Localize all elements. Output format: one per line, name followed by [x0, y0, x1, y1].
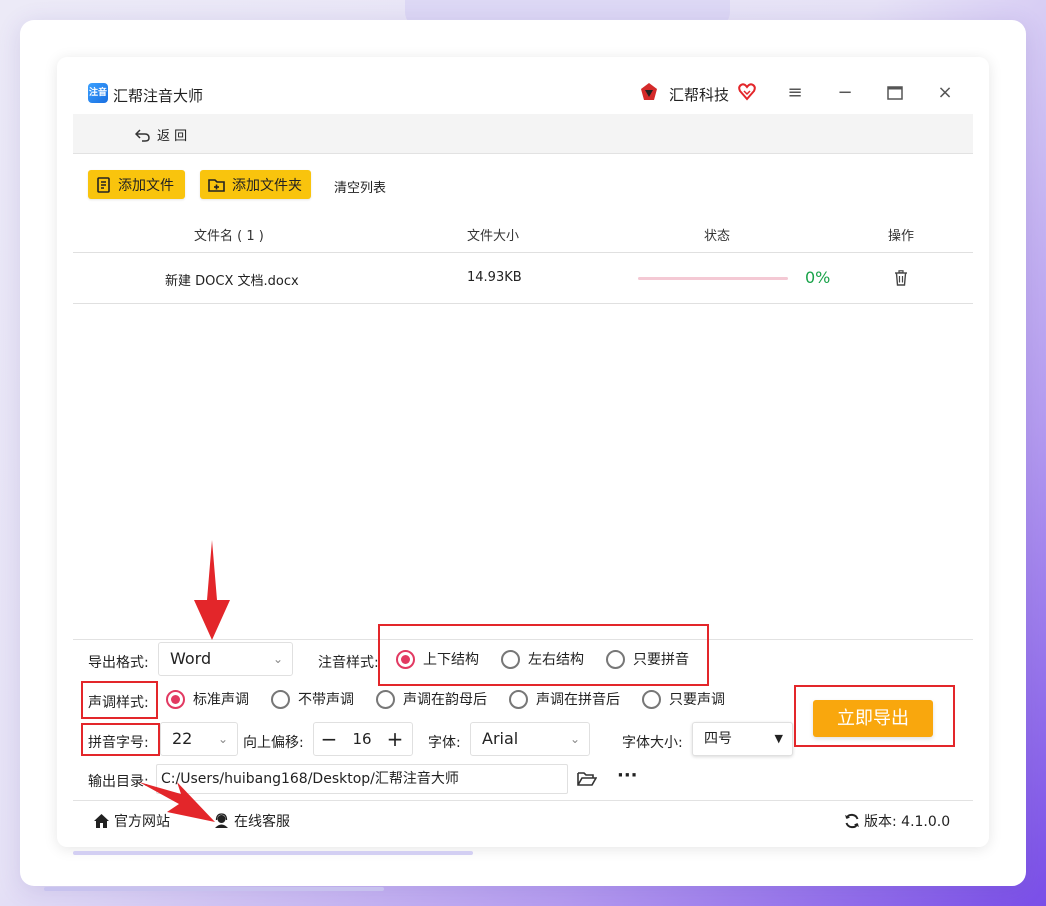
folder-open-icon[interactable] [577, 771, 597, 787]
app-title: 汇帮注音大师 [113, 87, 204, 105]
radio-tone-3[interactable]: 声调在拼音后 [509, 689, 620, 709]
radio-label: 标准声调 [193, 692, 249, 708]
radio-tone-0[interactable]: 标准声调 [166, 689, 249, 709]
back-label: 返 回 [157, 129, 188, 144]
radio-label: 声调在拼音后 [536, 692, 620, 708]
close-icon[interactable]: × [931, 79, 959, 107]
heart-icon[interactable] [738, 83, 756, 101]
brand-name: 汇帮科技 [669, 86, 730, 104]
progress-bar [638, 277, 788, 280]
annotation-style-label: 注音样式: [318, 655, 379, 671]
minimize-icon[interactable]: − [831, 79, 859, 107]
export-format-value: Word [170, 649, 212, 668]
radio-tone-4[interactable]: 只要声调 [642, 689, 725, 709]
title-bar: 注音 汇帮注音大师 汇帮科技 ≡ − × [57, 57, 989, 113]
radio-unchecked-icon [509, 689, 528, 709]
plus-icon[interactable]: + [380, 723, 410, 755]
add-file-label: 添加文件 [118, 177, 174, 194]
col-header-name: 文件名 ( 1 ) [194, 229, 264, 244]
highlight-export-button [794, 685, 955, 747]
file-name: 新建 DOCX 文档.docx [165, 274, 299, 289]
radio-label: 不带声调 [298, 692, 354, 708]
add-folder-button[interactable]: 添加文件夹 [200, 170, 311, 199]
font-label: 字体: [428, 735, 461, 751]
home-icon [94, 814, 109, 828]
caret-down-icon: ▼ [774, 732, 783, 745]
highlight-tone-style [81, 681, 158, 719]
font-value: Arial [482, 729, 519, 748]
col-header-status: 状态 [704, 229, 731, 244]
chevron-down-icon: ⌄ [569, 732, 580, 746]
radio-label: 声调在韵母后 [403, 692, 487, 708]
radio-unchecked-icon [376, 689, 395, 709]
app-logo-icon: 注音 [88, 83, 108, 103]
table-header: 文件名 ( 1 ) 文件大小 状态 操作 [73, 211, 973, 253]
trash-icon[interactable] [894, 270, 908, 286]
font-size-value: 四号 [704, 731, 732, 747]
back-arrow-icon [135, 128, 150, 142]
offset-label: 向上偏移: [243, 735, 304, 751]
refresh-icon[interactable] [844, 813, 860, 829]
highlight-pinyin-size [81, 723, 160, 756]
add-file-button[interactable]: 添加文件 [88, 170, 185, 199]
add-folder-icon [208, 178, 225, 192]
font-select[interactable]: Arial ⌄ [470, 722, 590, 756]
radio-label: 只要声调 [669, 692, 725, 708]
chevron-down-icon: ⌄ [272, 652, 283, 666]
font-size-label: 字体大小: [622, 735, 683, 751]
app-window: 注音 汇帮注音大师 汇帮科技 ≡ − × 返 回 添加文件 添加文件夹 清空列表… [57, 57, 989, 847]
nav-bar: 返 回 [73, 114, 973, 154]
menu-icon[interactable]: ≡ [781, 79, 809, 107]
arrow-diagonal-annotation [139, 782, 215, 822]
version-info: 版本: 4.1.0.0 [844, 811, 950, 831]
font-size-select[interactable]: 四号 ▼ [692, 722, 793, 756]
export-format-label: 导出格式: [88, 655, 149, 671]
file-size: 14.93KB [467, 270, 522, 285]
radio-tone-2[interactable]: 声调在韵母后 [376, 689, 487, 709]
radio-unchecked-icon [642, 689, 661, 709]
col-header-action: 操作 [888, 229, 915, 244]
offset-value[interactable]: 16 [344, 730, 380, 748]
chevron-down-icon: ⌄ [217, 732, 228, 746]
output-dir-input[interactable]: C:/Users/huibang168/Desktop/汇帮注音大师 [156, 764, 568, 794]
clear-list-button[interactable]: 清空列表 [334, 177, 386, 196]
progress-percent: 0% [805, 268, 831, 287]
more-options-icon[interactable]: ··· [617, 765, 638, 786]
export-format-select[interactable]: Word ⌄ [158, 642, 293, 676]
highlight-annotation-style [378, 624, 709, 686]
back-button[interactable]: 返 回 [135, 125, 187, 144]
pinyin-size-value: 22 [172, 729, 193, 748]
minus-icon[interactable]: − [314, 723, 344, 755]
decorative-line [73, 851, 473, 855]
table-row[interactable]: 新建 DOCX 文档.docx 14.93KB 0% [73, 254, 973, 304]
support-label: 在线客服 [234, 814, 290, 830]
add-folder-label: 添加文件夹 [232, 177, 302, 194]
arrow-down-annotation [194, 540, 230, 640]
maximize-icon[interactable] [881, 79, 909, 107]
col-header-size: 文件大小 [467, 229, 520, 244]
brand-logo-icon [641, 83, 657, 100]
version-label: 版本: 4.1.0.0 [864, 814, 951, 830]
add-file-icon [97, 176, 110, 193]
pinyin-size-select[interactable]: 22 ⌄ [160, 722, 238, 756]
radio-tone-1[interactable]: 不带声调 [271, 689, 354, 709]
radio-checked-icon [166, 689, 185, 709]
offset-stepper[interactable]: − 16 + [313, 722, 413, 756]
online-support-link[interactable]: 在线客服 [213, 811, 290, 831]
decorative-line [44, 887, 384, 891]
radio-unchecked-icon [271, 689, 290, 709]
